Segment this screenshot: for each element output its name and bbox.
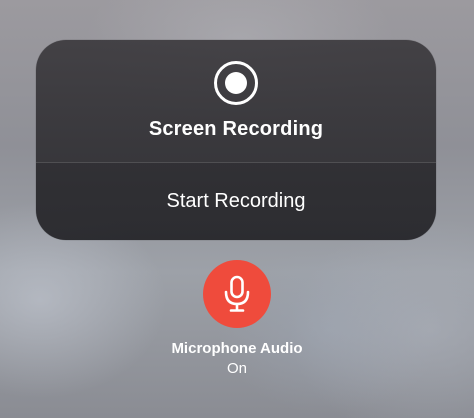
record-icon (214, 61, 258, 105)
record-icon-dot (225, 72, 247, 94)
panel-header: Screen Recording (36, 40, 436, 162)
screen-recording-panel: Screen Recording Start Recording (36, 40, 436, 240)
microphone-toggle-button[interactable] (203, 260, 271, 328)
panel-title: Screen Recording (148, 118, 324, 140)
start-recording-button[interactable]: Start Recording (36, 163, 436, 240)
microphone-status: On (226, 360, 247, 377)
microphone-label: Microphone Audio (171, 340, 303, 357)
microphone-icon (224, 275, 250, 312)
